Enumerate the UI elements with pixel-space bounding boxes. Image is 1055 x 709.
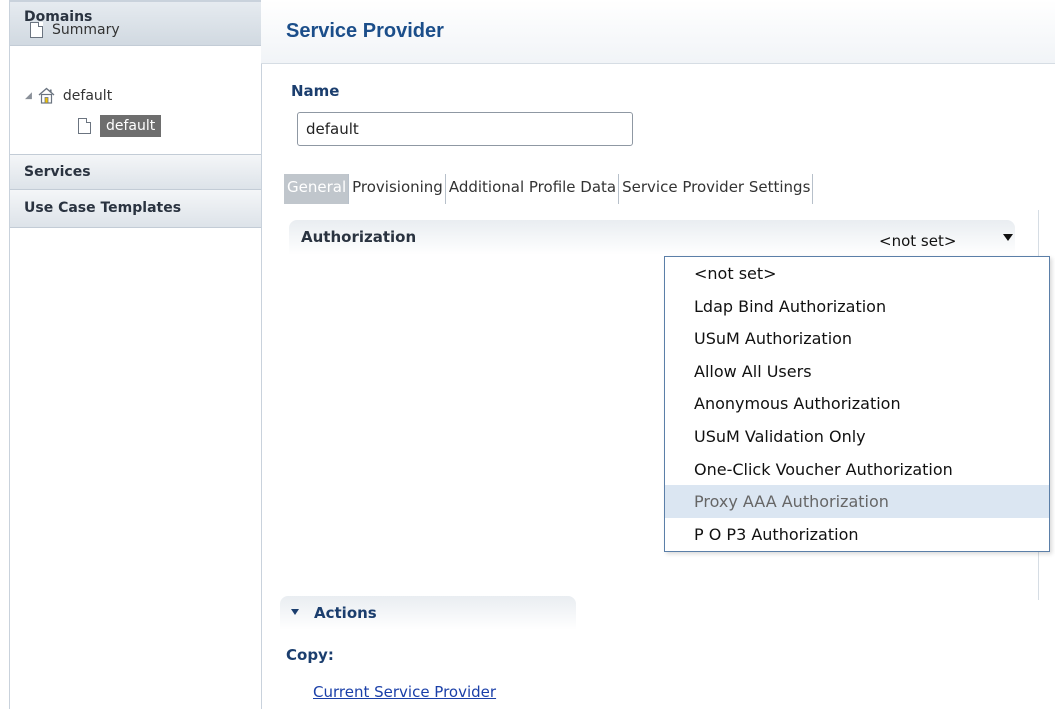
actions-title: Actions [314, 604, 377, 622]
dropdown-arrow-icon[interactable] [1003, 234, 1013, 241]
tree-item-default-domain-label: default [62, 87, 113, 104]
tab-provisioning[interactable]: Provisioning [349, 174, 446, 204]
option-pop3-authorization[interactable]: P O P3 Authorization [665, 518, 1049, 551]
tree-item-summary-label: Summary [52, 22, 120, 38]
authorization-label: Authorization [301, 228, 417, 246]
option-ldap-bind-authorization[interactable]: Ldap Bind Authorization [665, 290, 1049, 323]
tree-item-default-domain[interactable]: ◢ default [25, 87, 112, 104]
tree-item-summary[interactable]: Summary [30, 22, 120, 38]
option-allow-all-users[interactable]: Allow All Users [665, 355, 1049, 388]
copy-current-service-provider-link[interactable]: Current Service Provider [313, 683, 496, 701]
document-icon [78, 118, 91, 134]
page-title: Service Provider [286, 20, 444, 42]
option-proxy-aaa-authorization[interactable]: Proxy AAA Authorization [665, 485, 1049, 518]
actions-section-header[interactable]: Actions [280, 596, 576, 630]
services-header[interactable]: Services [10, 154, 261, 190]
tab-service-provider-settings[interactable]: Service Provider Settings [619, 174, 814, 204]
expand-triangle-icon[interactable]: ◢ [25, 91, 32, 101]
tree-item-default-selected[interactable]: default [78, 115, 162, 137]
tab-additional-profile-data[interactable]: Additional Profile Data [445, 174, 620, 204]
name-label: Name [291, 82, 340, 100]
authorization-dropdown-list: <not set> Ldap Bind Authorization USuM A… [664, 256, 1050, 552]
authorization-section: Authorization <not set> [289, 220, 1015, 255]
name-input[interactable] [297, 112, 633, 146]
use-case-templates-header[interactable]: Use Case Templates [10, 190, 261, 228]
option-one-click-voucher-authorization[interactable]: One-Click Voucher Authorization [665, 453, 1049, 486]
tab-bar: General Provisioning Additional Profile … [284, 174, 814, 204]
collapse-arrow-icon[interactable] [291, 609, 299, 615]
domain-tree: Summary ◢ default default [10, 22, 261, 154]
left-navigation-panel: Domains Summary ◢ default default Servic… [9, 0, 262, 709]
option-anonymous-authorization[interactable]: Anonymous Authorization [665, 387, 1049, 420]
document-icon [30, 22, 43, 38]
authorization-select[interactable]: <not set> [879, 232, 956, 250]
copy-label: Copy: [286, 646, 334, 664]
home-icon [38, 87, 55, 104]
option-usum-validation-only[interactable]: USuM Validation Only [665, 420, 1049, 453]
main-content: Service Provider Name General Provisioni… [261, 0, 1055, 709]
tab-general[interactable]: General [284, 174, 350, 204]
tree-item-default-selected-label: default [100, 115, 162, 137]
option-not-set[interactable]: <not set> [665, 257, 1049, 290]
option-usum-authorization[interactable]: USuM Authorization [665, 322, 1049, 355]
title-bar: Service Provider [261, 0, 1055, 64]
